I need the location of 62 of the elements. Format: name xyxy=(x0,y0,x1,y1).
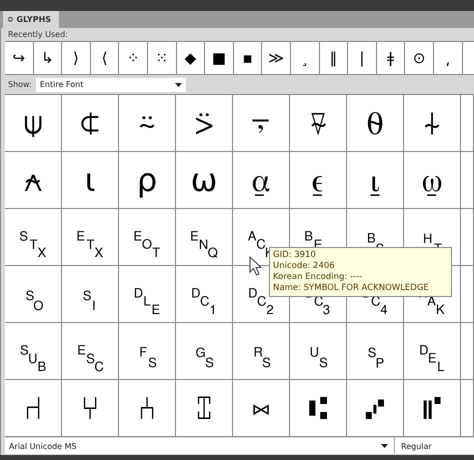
glyph-cell[interactable]: ⍸ xyxy=(347,152,404,209)
glyph-cell[interactable]: ⍭ xyxy=(404,95,461,152)
glyph-cell[interactable]: ␝ xyxy=(176,323,233,380)
glyph-cell[interactable] xyxy=(461,266,474,323)
glyph-cell[interactable]: ⍹ xyxy=(404,152,461,209)
glyph-cell[interactable]: ⍫ xyxy=(290,95,347,152)
glyph-cell[interactable]: ⍩ xyxy=(176,95,233,152)
glyph-cell[interactable] xyxy=(461,95,474,152)
glyph-cell[interactable]: ⍨ xyxy=(119,95,176,152)
cursor-icon xyxy=(249,256,263,276)
show-dropdown[interactable]: Entire Font xyxy=(36,78,186,92)
show-label: Show: xyxy=(8,80,32,89)
glyph-cell[interactable]: ␂ xyxy=(5,209,62,266)
glyph-cell[interactable]: ǂ xyxy=(376,42,406,74)
glyph-cell[interactable]: ⟨ xyxy=(90,42,120,74)
glyph-cell[interactable]: ␛ xyxy=(62,323,119,380)
glyph-cell[interactable] xyxy=(461,209,474,266)
glyph-cell[interactable]: ␜ xyxy=(119,323,176,380)
glyph-cell[interactable]: | xyxy=(348,42,377,74)
glyph-cell[interactable]: ⍵ xyxy=(176,152,233,209)
glyph-cell[interactable]: ⍧ xyxy=(62,95,119,152)
glyph-cell[interactable]: ␃ xyxy=(62,209,119,266)
section-label: Recently Used: xyxy=(7,29,69,41)
glyph-cell[interactable]: ⍴ xyxy=(119,152,176,209)
font-style-field[interactable]: Regular xyxy=(395,438,474,454)
glyph-cell[interactable]: ⍷ xyxy=(290,152,347,209)
glyph-cell[interactable]: ⍲ xyxy=(5,152,62,209)
glyph-cell[interactable]: ⟩ xyxy=(62,42,91,74)
glyph-cell[interactable]: ␡ xyxy=(404,323,461,380)
caret-icon xyxy=(174,82,182,86)
glyph-cell[interactable]: ⊙ xyxy=(405,42,434,74)
glyph-cell[interactable]: ≫ xyxy=(262,42,291,74)
glyph-cell[interactable]: ↪ xyxy=(5,42,34,74)
glyph-cell[interactable]: ␐ xyxy=(119,266,176,323)
glyph-cell[interactable]: ⍪ xyxy=(233,95,290,152)
glyph-cell[interactable]: ␎ xyxy=(5,266,62,323)
glyph-cell[interactable]: ⍶ xyxy=(233,152,290,209)
glyph-cell[interactable]: ␄ xyxy=(119,209,176,266)
panel-tab[interactable]: ≎ GLYPHS xyxy=(3,11,59,28)
glyph-cell[interactable]: ¸ xyxy=(290,42,320,74)
glyph-cell[interactable]: ↳ xyxy=(34,42,62,74)
font-family-dropdown[interactable]: Arial Unicode MS xyxy=(5,438,395,454)
glyph-cell[interactable]: ⍦ xyxy=(5,95,62,152)
glyph-cell[interactable]: ␑ xyxy=(176,266,233,323)
glyph-cell[interactable]: ␟ xyxy=(290,323,347,380)
glyph-cell[interactable]: ␚ xyxy=(5,323,62,380)
glyph-cell[interactable]: ⁙ xyxy=(148,42,177,74)
glyph-cell[interactable]: ⍬ xyxy=(347,95,404,152)
glyph-cell[interactable]: ␞ xyxy=(233,323,290,380)
glyph-cell[interactable] xyxy=(461,323,474,380)
glyph-cell[interactable]: ⁘ xyxy=(119,42,148,74)
caret-icon xyxy=(381,444,388,448)
glyph-cell[interactable]: ‖ xyxy=(320,42,348,74)
glyph-cell[interactable]: ◆ xyxy=(176,42,206,74)
glyph-cell[interactable]: ■ xyxy=(205,42,234,74)
glyph-cell[interactable]: ⸲ xyxy=(434,42,462,74)
glyph-cell[interactable]: ⍳ xyxy=(62,152,119,209)
glyph-cell[interactable]: ␅ xyxy=(176,209,233,266)
glyph-cell[interactable]: ␠ xyxy=(347,323,404,380)
glyph-cell[interactable] xyxy=(461,152,474,209)
glyph-cell[interactable]: ␏ xyxy=(62,266,119,323)
glyph-cell[interactable]: ▪ xyxy=(234,42,262,74)
